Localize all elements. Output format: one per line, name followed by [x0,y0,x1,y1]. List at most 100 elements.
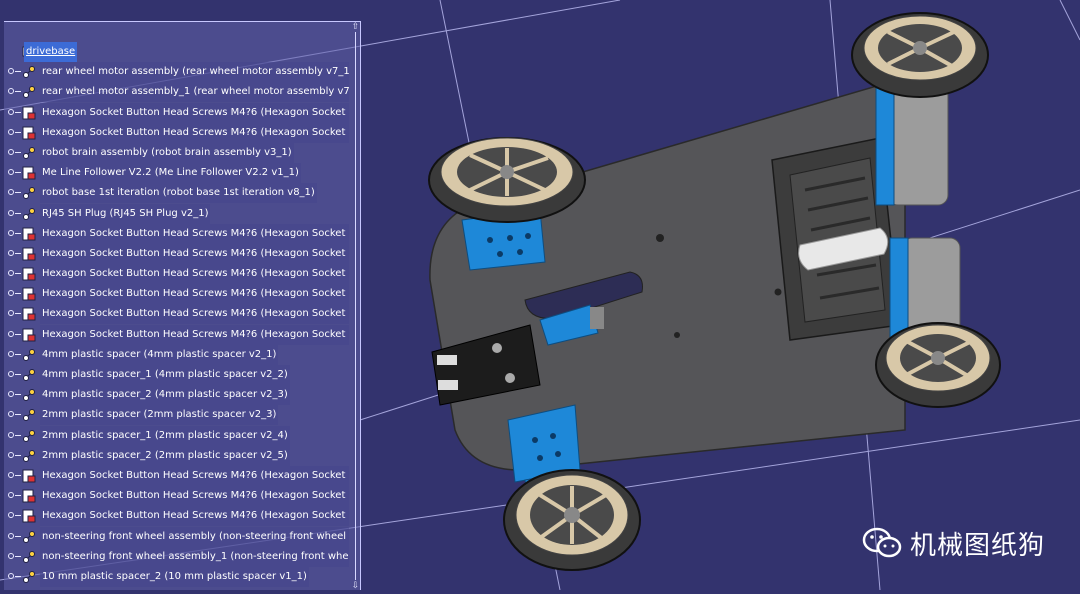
tree-node[interactable]: Hexagon Socket Button Head Screws M4?6 (… [4,122,349,143]
product-icon [22,186,36,200]
tree-node-label[interactable]: Hexagon Socket Button Head Screws M4?6 (… [40,465,349,486]
tree-node-label[interactable]: Hexagon Socket Button Head Screws M4?6 (… [40,506,349,527]
tree-node[interactable]: Hexagon Socket Button Head Screws M4?6 (… [4,243,349,264]
tree-branch-line [15,252,21,254]
tree-node[interactable]: Hexagon Socket Button Head Screws M4?6 (… [4,304,349,325]
tree-node-label[interactable]: 10 mm plastic spacer_2 (10 mm plastic sp… [40,566,309,587]
product-icon [22,408,36,422]
tree-node-label[interactable]: 4mm plastic spacer_2 (4mm plastic spacer… [40,385,290,406]
wheel-front-bottom[interactable] [503,469,641,571]
tree-node-label[interactable]: non-steering front wheel assembly_1 (non… [40,546,349,567]
tree-connector-icon[interactable] [8,371,14,377]
tree-connector-icon[interactable] [8,492,14,499]
product-icon [22,65,36,79]
tree-connector-icon[interactable] [8,411,14,418]
tree-connector-icon[interactable] [8,532,14,539]
tree-connector-icon[interactable] [8,148,14,155]
tree-connector-icon[interactable] [8,249,14,256]
tree-node[interactable]: 4mm plastic spacer (4mm plastic spacer v… [4,344,349,365]
product-icon [22,449,36,463]
tree-connector-icon[interactable] [8,169,14,176]
tree-node[interactable]: 10 mm plastic spacer_2 (10 mm plastic sp… [4,566,349,587]
tree-node-label[interactable]: RJ45 SH Plug (RJ45 SH Plug v2_1) [40,203,211,224]
tree-node[interactable]: RJ45 SH Plug (RJ45 SH Plug v2_1) [4,203,349,224]
scroll-up-arrow-icon[interactable]: ⇧ [350,22,361,32]
tree-node[interactable]: Me Line Follower V2.2 (Me Line Follower … [4,163,349,184]
tree-node-label[interactable]: Hexagon Socket Button Head Screws M4?6 (… [40,284,349,305]
tree-connector-icon[interactable] [8,229,14,236]
tree-connector-icon[interactable] [8,68,14,75]
tree-root[interactable]: drivebase [4,42,349,62]
tree-node-label[interactable]: robot brain assembly (robot brain assemb… [40,142,294,163]
tree-connector-icon[interactable] [8,270,14,277]
wheel-rear-bottom[interactable] [875,322,1001,408]
tree-node-label[interactable]: 4mm plastic spacer (4mm plastic spacer v… [40,344,279,365]
tree-node-label[interactable]: Hexagon Socket Button Head Screws M4?6 (… [40,324,349,345]
tree-branch-line [15,474,21,476]
tree-node-label[interactable]: Hexagon Socket Button Head Screws M4?6 (… [40,304,349,325]
tree-connector-icon[interactable] [8,128,14,135]
tree-branch-line [15,454,21,456]
tree-connector-icon[interactable] [8,108,14,115]
tree-connector-icon[interactable] [8,471,14,478]
tree-node[interactable]: Hexagon Socket Button Head Screws M4?6 (… [4,506,349,527]
tree-node-label[interactable]: Hexagon Socket Button Head Screws M4?6 (… [40,102,349,123]
tree-connector-icon[interactable] [8,391,14,398]
rear-motor-top[interactable] [875,84,949,206]
tree-branch-line [15,394,21,396]
tree-root-label[interactable]: drivebase [24,42,78,62]
tree-node-label[interactable]: Me Line Follower V2.2 (Me Line Follower … [40,163,301,184]
tree-branch-line [15,515,21,517]
tree-node[interactable]: Hexagon Socket Button Head Screws M4?6 (… [4,264,349,285]
tree-node[interactable]: robot base 1st iteration (robot base 1st… [4,183,349,204]
specification-tree[interactable]: drivebase rear wheel motor assembly (rea… [4,21,361,591]
tree-node-label[interactable]: 4mm plastic spacer_1 (4mm plastic spacer… [40,365,290,385]
tree-branch-line [15,555,21,557]
tree-node[interactable]: 2mm plastic spacer_2 (2mm plastic spacer… [4,445,349,466]
wheel-front-left[interactable] [428,137,586,223]
tree-node-label[interactable]: rear wheel motor assembly_1 (rear wheel … [40,82,349,103]
tree-node-label[interactable]: non-steering front wheel assembly (non-s… [40,526,349,547]
tree-connector-icon[interactable] [8,330,14,337]
scroll-track[interactable] [355,32,356,580]
tree-connector-icon[interactable] [8,189,14,196]
tree-node[interactable]: rear wheel motor assembly (rear wheel mo… [4,62,349,83]
tree-connector-icon[interactable] [8,310,14,317]
tree-node[interactable]: Hexagon Socket Button Head Screws M4?6 (… [4,223,349,244]
tree-node-label[interactable]: Hexagon Socket Button Head Screws M4?6 (… [40,486,349,507]
tree-connector-icon[interactable] [8,431,14,438]
tree-node-label[interactable]: robot base 1st iteration (robot base 1st… [40,183,317,204]
tree-scrollbar[interactable]: ⇧ ⇩ [350,22,361,591]
tree-node-label[interactable]: 2mm plastic spacer_2 (2mm plastic spacer… [40,445,290,466]
tree-node-label[interactable]: 2mm plastic spacer_1 (2mm plastic spacer… [40,425,290,446]
tree-node-label[interactable]: Hexagon Socket Button Head Screws M4?6 (… [40,243,349,264]
tree-node[interactable]: Hexagon Socket Button Head Screws M4?6 (… [4,284,349,305]
tree-connector-icon[interactable] [8,209,14,216]
tree-node[interactable]: 2mm plastic spacer (2mm plastic spacer v… [4,405,349,426]
tree-node[interactable]: Hexagon Socket Button Head Screws M4?6 (… [4,324,349,345]
tree-connector-icon[interactable] [8,572,14,579]
tree-node-label[interactable]: Hexagon Socket Button Head Screws M4?6 (… [40,264,349,285]
tree-branch-line [15,232,21,234]
tree-node[interactable]: non-steering front wheel assembly (non-s… [4,526,349,547]
tree-node[interactable]: rear wheel motor assembly_1 (rear wheel … [4,82,349,103]
tree-node[interactable]: Hexagon Socket Button Head Screws M4?6 (… [4,486,349,507]
tree-node[interactable]: 4mm plastic spacer_1 (4mm plastic spacer… [4,365,349,385]
tree-node[interactable]: robot brain assembly (robot brain assemb… [4,142,349,163]
tree-node-label[interactable]: rear wheel motor assembly (rear wheel mo… [40,62,349,83]
tree-node[interactable]: Hexagon Socket Button Head Screws M4?6 (… [4,465,349,486]
tree-node-label[interactable]: Hexagon Socket Button Head Screws M4?6 (… [40,122,349,143]
tree-connector-icon[interactable] [8,350,14,357]
tree-node[interactable]: non-steering front wheel assembly_1 (non… [4,546,349,567]
tree-node-label[interactable]: 2mm plastic spacer (2mm plastic spacer v… [40,405,279,426]
tree-node[interactable]: Hexagon Socket Button Head Screws M4?6 (… [4,102,349,123]
tree-connector-icon[interactable] [8,451,14,458]
tree-connector-icon[interactable] [8,88,14,95]
tree-connector-icon[interactable] [8,290,14,297]
tree-node-label[interactable]: Hexagon Socket Button Head Screws M4?6 (… [40,223,349,244]
wheel-rear-top[interactable] [851,12,989,98]
tree-node[interactable]: 2mm plastic spacer_1 (2mm plastic spacer… [4,425,349,446]
tree-node[interactable]: 4mm plastic spacer_2 (4mm plastic spacer… [4,385,349,406]
tree-connector-icon[interactable] [8,552,14,559]
tree-connector-icon[interactable] [8,512,14,519]
